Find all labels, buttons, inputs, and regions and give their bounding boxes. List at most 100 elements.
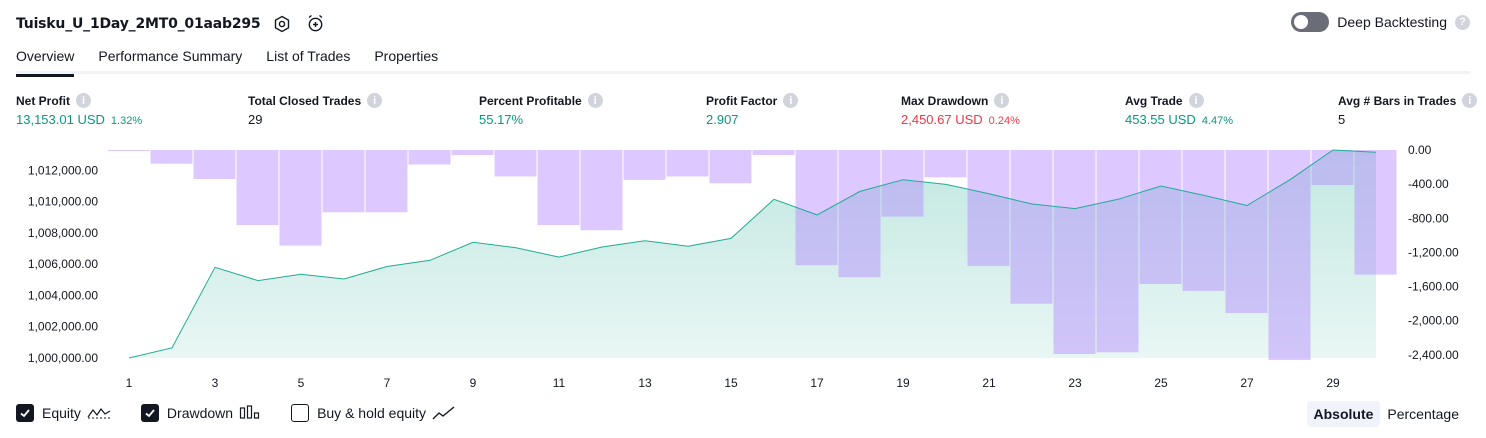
y-left-tick: 1,000,000.00 xyxy=(28,351,98,365)
drawdown-bar xyxy=(881,150,924,217)
drawdown-bar xyxy=(1268,150,1311,360)
checkbox[interactable] xyxy=(291,404,310,422)
metric-label: Avg Trade xyxy=(1125,93,1183,108)
drawdown-bar xyxy=(494,150,537,177)
drawdown-bar xyxy=(666,150,709,177)
x-tick: 11 xyxy=(553,376,566,390)
drawdown-bar xyxy=(1053,150,1096,354)
deep-backtesting-label: Deep Backtesting xyxy=(1337,14,1447,30)
legend-equity[interactable]: Equity xyxy=(16,404,111,422)
metrics-row: Net Profit i 13,153.01 USD 1.32% Total Close… xyxy=(0,93,1486,133)
tab-properties[interactable]: Properties xyxy=(374,44,438,74)
drawdown-bar xyxy=(1010,150,1053,304)
x-tick: 27 xyxy=(1240,376,1254,390)
drawdown-bar xyxy=(150,150,193,164)
metric-net-profit: Net Profit i 13,153.01 USD 1.32% xyxy=(16,93,142,127)
x-tick: 23 xyxy=(1068,376,1082,390)
metric-total-closed-trades: Total Closed Trades i 29 xyxy=(248,93,383,127)
metric-label: Percent Profitable xyxy=(479,93,582,108)
y-left-tick: 1,002,000.00 xyxy=(28,320,98,334)
metric-label: Max Drawdown xyxy=(901,93,989,108)
percentage-button[interactable]: Percentage xyxy=(1380,401,1466,427)
metric-label: Net Profit xyxy=(16,93,70,108)
drawdown-bar xyxy=(967,150,1010,267)
question-icon[interactable]: ? xyxy=(1455,14,1470,30)
checkbox[interactable] xyxy=(16,404,34,422)
chart-legend: Equity Drawdown Buy & hold equity xyxy=(16,404,486,422)
drawdown-bar xyxy=(1139,150,1182,284)
legend-label: Equity xyxy=(42,405,81,421)
metric-max-drawdown: Max Drawdown i 2,450.67 USD 0.24% xyxy=(901,93,1020,127)
metric-value: 2,450.67 USD xyxy=(901,112,983,127)
info-icon[interactable]: i xyxy=(587,93,603,108)
drawdown-bar xyxy=(1354,150,1397,275)
metric-profit-factor: Profit Factor i 2.907 xyxy=(706,93,799,127)
legend-label: Drawdown xyxy=(166,405,234,421)
x-tick: 29 xyxy=(1326,376,1340,390)
x-tick: 21 xyxy=(982,376,996,390)
drawdown-bar xyxy=(1311,150,1354,185)
view-mode-switch: Absolute Percentage xyxy=(1306,401,1467,427)
metric-avg-bars-in-trades: Avg # Bars in Trades i 5 xyxy=(1338,93,1478,127)
drawdown-bar xyxy=(107,150,150,151)
tab-performance-summary[interactable]: Performance Summary xyxy=(98,44,242,74)
info-icon[interactable]: i xyxy=(76,93,91,108)
metric-percent: 0.24% xyxy=(988,115,1020,127)
drawdown-bar xyxy=(408,150,451,165)
tab-list-of-trades[interactable]: List of Trades xyxy=(266,44,350,74)
x-tick: 13 xyxy=(638,376,652,390)
drawdown-bar xyxy=(924,150,967,178)
metric-value: 55.17% xyxy=(479,112,524,127)
drawdown-bar xyxy=(1096,150,1139,353)
info-icon[interactable]: i xyxy=(994,93,1010,108)
x-tick: 19 xyxy=(896,376,910,390)
y-right-tick: -800.00 xyxy=(1408,211,1449,225)
metric-percent: 1.32% xyxy=(110,115,143,127)
y-left-tick: 1,008,000.00 xyxy=(28,226,98,240)
metric-value: 2.907 xyxy=(706,112,739,127)
y-right-tick: -2,000.00 xyxy=(1408,314,1459,328)
absolute-button[interactable]: Absolute xyxy=(1306,401,1381,427)
tab-bar: Overview Performance Summary List of Trade… xyxy=(16,44,1470,77)
drawdown-bars-icon xyxy=(239,405,261,421)
metric-avg-trade: Avg Trade i 453.55 USD 4.47% xyxy=(1125,93,1233,127)
settings-icon[interactable] xyxy=(270,12,294,36)
add-alert-icon[interactable] xyxy=(304,12,328,36)
equity-line-icon xyxy=(87,405,111,421)
drawdown-bar xyxy=(623,150,666,180)
metric-value: 29 xyxy=(248,112,263,127)
metric-value: 13,153.01 USD xyxy=(16,112,105,127)
info-icon[interactable]: i xyxy=(367,93,383,108)
drawdown-bar xyxy=(236,150,279,226)
metric-label: Total Closed Trades xyxy=(248,93,362,108)
y-right-tick: -2,400.00 xyxy=(1408,348,1459,362)
metric-label: Profit Factor xyxy=(706,93,778,108)
info-icon[interactable]: i xyxy=(1462,93,1478,108)
drawdown-bar xyxy=(451,150,494,156)
metric-percent-profitable: Percent Profitable i 55.17% xyxy=(479,93,603,127)
legend-buy-hold-equity[interactable]: Buy & hold equity xyxy=(291,404,456,422)
drawdown-bar xyxy=(752,150,795,156)
metric-value: 453.55 USD xyxy=(1125,112,1196,127)
info-icon[interactable]: i xyxy=(783,93,799,108)
drawdown-bar xyxy=(365,150,408,213)
metric-label: Avg # Bars in Trades xyxy=(1338,93,1457,108)
y-right-tick: -400.00 xyxy=(1408,177,1449,191)
checkbox[interactable] xyxy=(140,404,159,422)
x-tick: 15 xyxy=(724,376,738,390)
x-tick: 9 xyxy=(470,376,477,390)
metric-value: 5 xyxy=(1338,112,1346,127)
legend-drawdown[interactable]: Drawdown xyxy=(140,404,261,422)
tab-overview[interactable]: Overview xyxy=(16,44,75,77)
y-left-tick: 1,012,000.00 xyxy=(28,163,98,177)
x-tick: 3 xyxy=(212,376,219,390)
drawdown-bar xyxy=(709,150,752,184)
drawdown-bar xyxy=(193,150,236,179)
x-tick: 25 xyxy=(1154,376,1168,390)
strategy-header: Tuisku_U_1Day_2MT0_01aab295 xyxy=(16,10,328,38)
info-icon[interactable]: i xyxy=(1188,93,1204,108)
deep-backtesting-toggle[interactable] xyxy=(1291,12,1330,32)
y-right-tick: 0.00 xyxy=(1408,143,1432,157)
buy-hold-line-icon xyxy=(432,405,456,421)
drawdown-bar xyxy=(580,150,623,231)
